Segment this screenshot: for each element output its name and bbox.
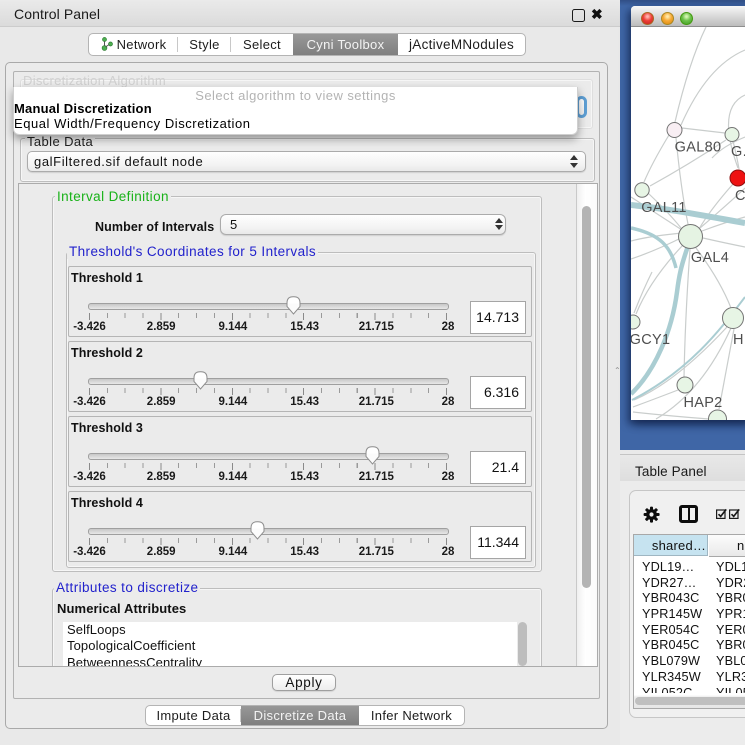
svg-text:HAP2: HAP2 <box>683 395 722 411</box>
svg-text:GAL80: GAL80 <box>675 140 722 156</box>
svg-text:GAL4: GAL4 <box>691 250 729 266</box>
svg-text:C: C <box>735 188 745 204</box>
svg-text:G.: G. <box>731 144 745 160</box>
svg-text:GCY1: GCY1 <box>631 332 670 348</box>
svg-text:GAL11: GAL11 <box>641 200 687 216</box>
svg-text:H: H <box>733 332 744 348</box>
